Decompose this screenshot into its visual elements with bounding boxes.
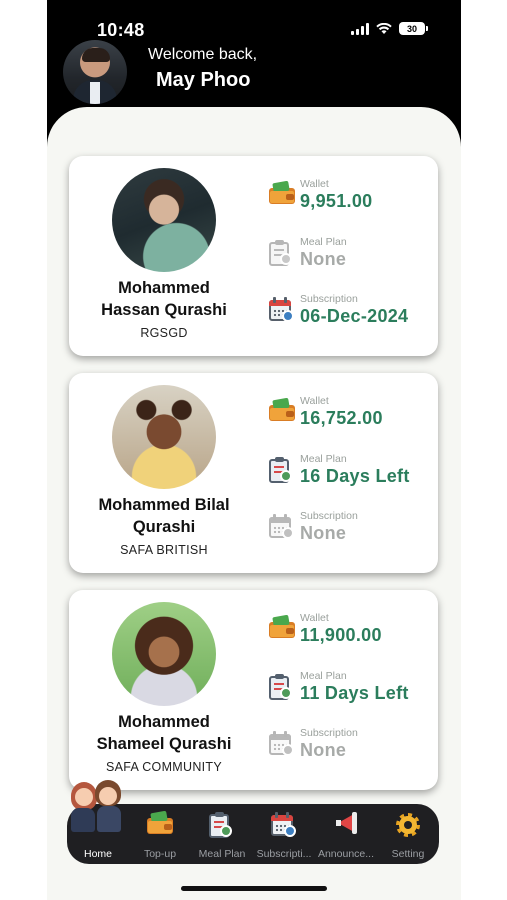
subscription-label: Subscription (300, 293, 358, 305)
status-icons: 30 (351, 22, 428, 35)
calendar-icon (269, 297, 295, 323)
child-card[interactable]: Mohammed Hassan Qurashi RGSGD Wallet 9,9… (69, 156, 438, 356)
phone-screen: 10:48 30 Welcome back, May Phoo Mohammed (47, 0, 461, 900)
tab-label: Home (83, 848, 112, 860)
meal-plan-stat[interactable]: Meal Plan 11 Days Left (269, 670, 434, 710)
subscription-value: 06-Dec-2024 (300, 306, 409, 326)
status-bar: 10:48 30 (47, 0, 461, 40)
meal-plan-label: Meal Plan (300, 453, 347, 465)
school-name: SAFA BRITISH (120, 543, 208, 557)
tab-label: Subscripti... (256, 848, 312, 860)
wallet-stat[interactable]: Wallet 9,951.00 (269, 178, 434, 218)
subscription-stat[interactable]: Subscription None (269, 510, 434, 550)
meal-plan-stat[interactable]: Meal Plan None (269, 236, 434, 276)
wallet-icon (269, 180, 295, 208)
wallet-icon (269, 614, 295, 642)
tab-label: Top-up (143, 848, 177, 860)
user-avatar[interactable] (63, 40, 127, 104)
tab-announcements[interactable]: Announce... (315, 804, 377, 864)
meal-plan-icon (269, 674, 295, 700)
megaphone-icon (333, 812, 359, 838)
subscription-value: None (300, 523, 347, 543)
tab-label: Announce... (317, 848, 375, 860)
meal-plan-value: 11 Days Left (300, 683, 409, 703)
tab-subscription[interactable]: Subscripti... (253, 804, 315, 864)
home-icon[interactable] (67, 778, 127, 833)
child-name-line1: Mohammed (118, 713, 210, 731)
meal-plan-label: Meal Plan (300, 236, 347, 248)
meal-plan-icon (269, 457, 295, 483)
wallet-icon (147, 810, 173, 838)
child-photo (112, 602, 216, 706)
wallet-balance: 11,900.00 (300, 625, 382, 645)
gear-icon (395, 812, 421, 838)
child-name-line1: Mohammed Bilal (98, 496, 230, 514)
child-name-line2: Hassan Qurashi (101, 301, 227, 319)
wallet-stat[interactable]: Wallet 11,900.00 (269, 612, 434, 652)
child-photo (112, 385, 216, 489)
meal-plan-value: 16 Days Left (300, 466, 410, 486)
tab-meal-plan[interactable]: Meal Plan (191, 804, 253, 864)
meal-plan-icon (209, 812, 235, 838)
battery-icon: 30 (399, 22, 428, 35)
school-name: SAFA COMMUNITY (105, 760, 223, 774)
calendar-icon (269, 731, 295, 757)
wallet-balance: 9,951.00 (300, 191, 373, 211)
child-photo (112, 168, 216, 272)
home-indicator (181, 886, 327, 891)
wallet-balance: 16,752.00 (300, 408, 383, 428)
wifi-icon (376, 22, 392, 34)
subscription-stat[interactable]: Subscription 06-Dec-2024 (269, 293, 434, 333)
wallet-label: Wallet (300, 395, 329, 407)
wallet-label: Wallet (300, 178, 329, 190)
child-name-line1: Mohammed (118, 279, 210, 297)
subscription-value: None (300, 740, 347, 760)
meal-plan-icon (269, 240, 295, 266)
tab-top-up[interactable]: Top-up (129, 804, 191, 864)
child-card[interactable]: Mohammed Shameel Qurashi SAFA COMMUNITY … (69, 590, 438, 790)
meal-plan-label: Meal Plan (300, 670, 347, 682)
meal-plan-stat[interactable]: Meal Plan 16 Days Left (269, 453, 434, 493)
child-name-line2: Qurashi (132, 518, 196, 536)
header: Welcome back, May Phoo (47, 38, 461, 108)
school-name: RGSGD (140, 326, 188, 340)
meal-plan-value: None (300, 249, 347, 269)
calendar-icon (269, 514, 295, 540)
wallet-icon (269, 397, 295, 425)
signal-icon (351, 22, 369, 35)
user-name: May Phoo (156, 69, 251, 91)
subscription-label: Subscription (300, 510, 358, 522)
child-card[interactable]: Mohammed Bilal Qurashi SAFA BRITISH Wall… (69, 373, 438, 573)
calendar-icon (271, 812, 297, 838)
welcome-text: Welcome back, (148, 46, 258, 63)
tab-label: Setting (391, 848, 425, 860)
tab-label: Meal Plan (198, 848, 246, 860)
wallet-stat[interactable]: Wallet 16,752.00 (269, 395, 434, 435)
tab-setting[interactable]: Setting (377, 804, 439, 864)
subscription-label: Subscription (300, 727, 358, 739)
wallet-label: Wallet (300, 612, 329, 624)
child-name-line2: Shameel Qurashi (96, 735, 232, 753)
subscription-stat[interactable]: Subscription None (269, 727, 434, 767)
